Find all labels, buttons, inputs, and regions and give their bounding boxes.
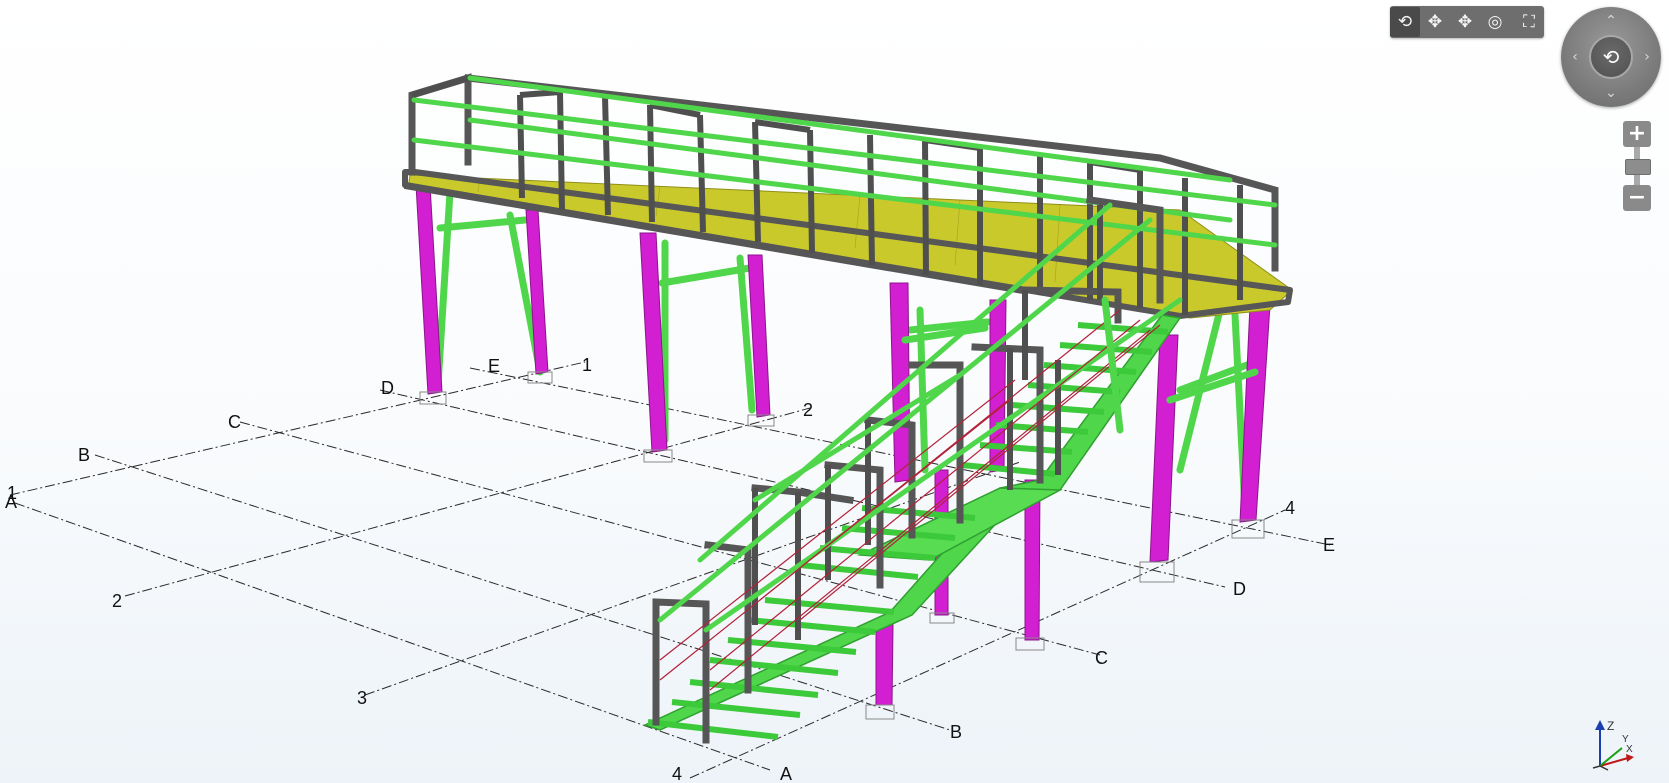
move-icon: ✥: [1457, 12, 1473, 32]
pan-icon: ✥: [1427, 12, 1443, 32]
navigation-wheel[interactable]: ⌃ ⌄ ‹ › ⟲: [1561, 7, 1661, 107]
grid-label-1-left: 1: [7, 483, 17, 503]
grid-line-1: [9, 361, 586, 496]
axis-orientation-gizmo: Z X Y: [1592, 719, 1634, 771]
grid-label-3-left: 3: [357, 688, 367, 708]
zoom-in-button[interactable]: +: [1623, 121, 1651, 147]
steel-structure-model[interactable]: [402, 73, 1293, 744]
column-e1: [525, 209, 549, 375]
column-e4: [1239, 304, 1271, 523]
zoom-control: + −: [1622, 121, 1652, 211]
base-plates: [419, 371, 1265, 720]
down-arrow-icon[interactable]: ⌄: [1601, 83, 1621, 103]
z-axis-arrow: [1595, 720, 1605, 730]
grid-label-4-bottom: 4: [672, 764, 682, 783]
column-stair-low: [875, 624, 894, 706]
grid-label-4-right: 4: [1285, 498, 1295, 518]
zoom-out-button[interactable]: −: [1623, 185, 1651, 211]
orbit-center-button[interactable]: ⟲: [1589, 35, 1633, 79]
zoom-slider-thumb[interactable]: [1625, 159, 1651, 175]
orbit-icon: ⟲: [1602, 45, 1620, 69]
view-toolbar: ⟲ ✥ ✥ ◎ ⛶: [1390, 6, 1544, 38]
column-d1: [415, 184, 443, 395]
pan-button[interactable]: ✥: [1420, 7, 1450, 37]
orbit-button[interactable]: ⟲: [1390, 7, 1420, 37]
grid-label-2-top: 2: [803, 400, 813, 420]
grid-label-e-far: E: [488, 356, 500, 376]
grid-label-d-right: D: [1233, 579, 1246, 599]
grid-label-e-right: E: [1323, 535, 1335, 555]
y-axis-label: Y: [1622, 734, 1629, 745]
grid-label-1-top: 1: [582, 355, 592, 375]
grid-label-c-right: C: [1095, 648, 1108, 668]
x-axis-label: X: [1626, 744, 1633, 755]
gizmo-base: [1592, 765, 1609, 771]
right-arrow-icon[interactable]: ›: [1637, 47, 1657, 67]
grid-line-2: [124, 407, 811, 597]
x-axis-arrow: [1626, 754, 1634, 762]
grid-label-d-far: D: [381, 378, 394, 398]
column-d4: [1149, 334, 1179, 563]
orbit-icon: ⟲: [1397, 12, 1413, 32]
look-around-icon: ◎: [1487, 12, 1503, 32]
move-button[interactable]: ✥: [1450, 7, 1480, 37]
zoom-slider-track[interactable]: [1625, 147, 1651, 185]
fullscreen-button[interactable]: ⛶: [1514, 7, 1544, 37]
up-arrow-icon[interactable]: ⌃: [1601, 11, 1621, 31]
grid-label-a-bottom: A: [780, 764, 792, 783]
grid-label-c-far: C: [228, 412, 241, 432]
grid-label-b-far: B: [78, 445, 90, 465]
left-arrow-icon[interactable]: ‹: [1565, 47, 1585, 67]
grid-label-b-right: B: [950, 722, 962, 742]
3d-model-viewport[interactable]: E D C B A 1 1 2 4 E D C B A 2 3 4: [0, 0, 1669, 783]
look-around-button[interactable]: ◎: [1480, 7, 1510, 37]
z-axis-label: Z: [1607, 719, 1614, 733]
grid-label-2-left: 2: [112, 591, 122, 611]
fullscreen-icon: ⛶: [1523, 12, 1535, 32]
